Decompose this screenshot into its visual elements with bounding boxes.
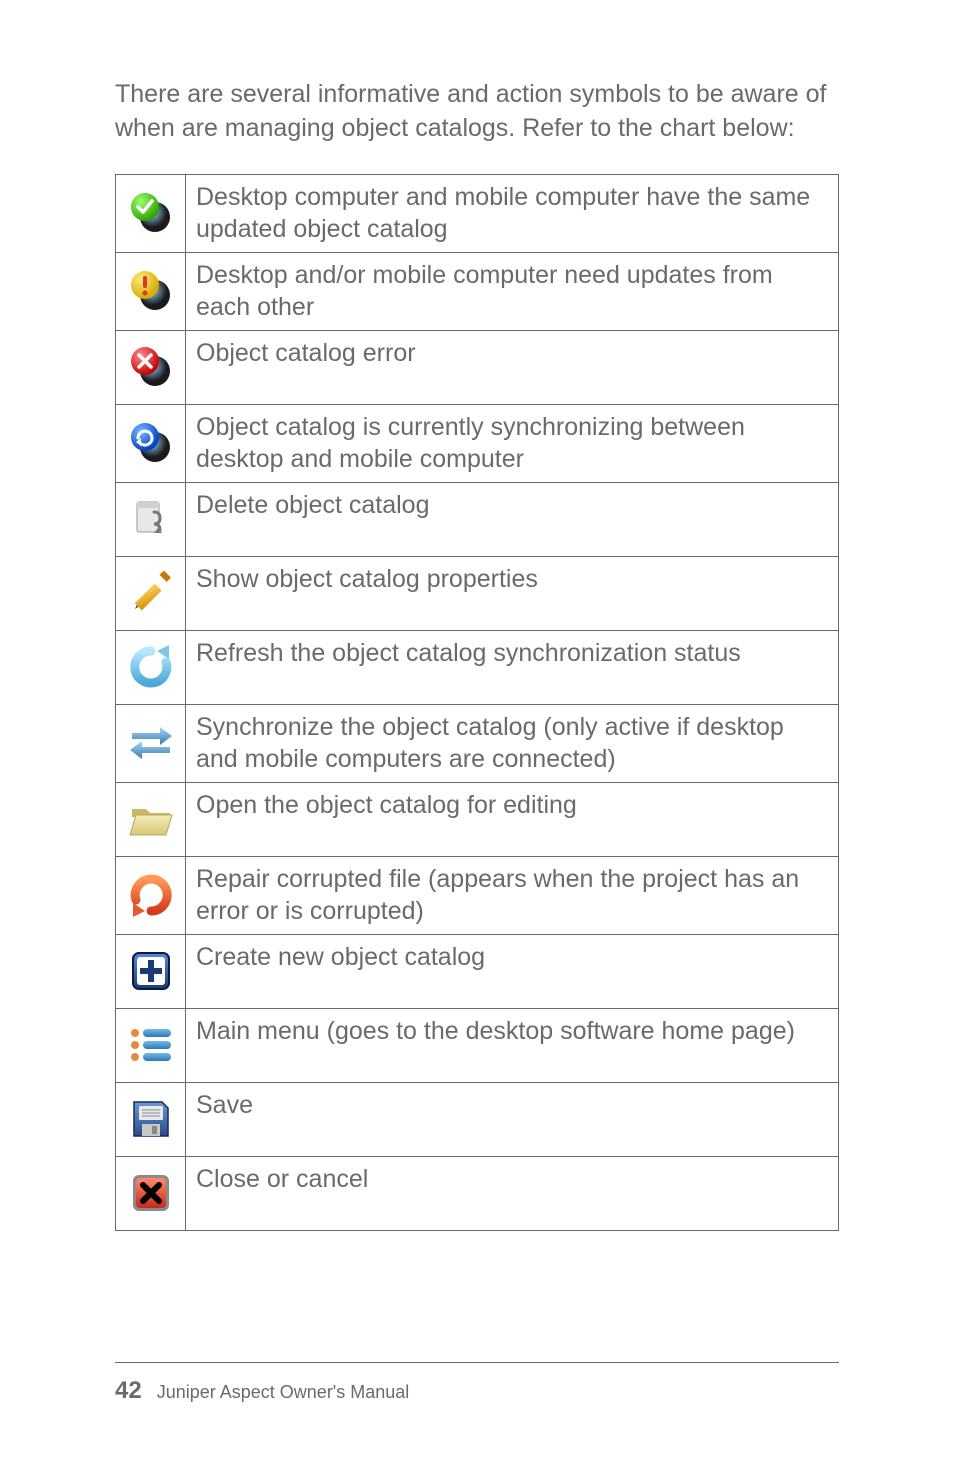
two-arrows-icon [128, 723, 174, 763]
table-row: Desktop and/or mobile computer need upda… [116, 252, 839, 330]
document-page: There are several informative and action… [0, 0, 954, 1231]
icon-cell [116, 856, 186, 934]
icon-cell [116, 630, 186, 704]
icon-cell [116, 482, 186, 556]
desc-cell: Save [186, 1082, 839, 1156]
delete-icon [130, 498, 172, 540]
desc-cell: Desktop computer and mobile computer hav… [186, 174, 839, 252]
refresh-icon [129, 645, 173, 689]
plus-box-icon [130, 950, 172, 992]
desc-cell: Delete object catalog [186, 482, 839, 556]
icon-cell [116, 1082, 186, 1156]
icon-cell [116, 782, 186, 856]
desc-cell: Refresh the object catalog synchronizati… [186, 630, 839, 704]
sync-error-icon [128, 344, 174, 390]
table-row: Object catalog error [116, 330, 839, 404]
icon-cell [116, 556, 186, 630]
page-footer: 42 Juniper Aspect Owner's Manual [115, 1362, 839, 1405]
desc-cell: Main menu (goes to the desktop software … [186, 1008, 839, 1082]
close-box-icon [130, 1172, 172, 1214]
desc-cell: Close or cancel [186, 1156, 839, 1230]
desc-cell: Repair corrupted file (appears when the … [186, 856, 839, 934]
pencil-icon [129, 571, 173, 615]
table-row: Refresh the object catalog synchronizati… [116, 630, 839, 704]
desc-cell: Desktop and/or mobile computer need upda… [186, 252, 839, 330]
intro-paragraph: There are several informative and action… [115, 78, 839, 146]
table-row: Show object catalog properties [116, 556, 839, 630]
icon-cell [116, 174, 186, 252]
icon-cell [116, 1008, 186, 1082]
desc-cell: Object catalog is currently synchronizin… [186, 404, 839, 482]
icon-cell [116, 704, 186, 782]
table-row: Close or cancel [116, 1156, 839, 1230]
icon-cell [116, 252, 186, 330]
desc-cell: Show object catalog properties [186, 556, 839, 630]
manual-title: Juniper Aspect Owner's Manual [157, 1382, 410, 1402]
menu-list-icon [129, 1027, 173, 1063]
sync-busy-icon [128, 420, 174, 466]
table-row: Repair corrupted file (appears when the … [116, 856, 839, 934]
desc-cell: Create new object catalog [186, 934, 839, 1008]
symbols-table: Desktop computer and mobile computer hav… [115, 174, 839, 1231]
desc-cell: Object catalog error [186, 330, 839, 404]
icon-cell [116, 330, 186, 404]
icon-cell [116, 934, 186, 1008]
table-row: Save [116, 1082, 839, 1156]
table-row: Main menu (goes to the desktop software … [116, 1008, 839, 1082]
table-row: Synchronize the object catalog (only act… [116, 704, 839, 782]
page-number: 42 [115, 1377, 142, 1404]
folder-icon [128, 799, 174, 839]
table-row: Desktop computer and mobile computer hav… [116, 174, 839, 252]
table-row: Open the object catalog for editing [116, 782, 839, 856]
icon-cell [116, 404, 186, 482]
sync-ok-icon [128, 190, 174, 236]
sync-warn-icon [128, 268, 174, 314]
table-row: Create new object catalog [116, 934, 839, 1008]
table-row: Delete object catalog [116, 482, 839, 556]
desc-cell: Open the object catalog for editing [186, 782, 839, 856]
table-row: Object catalog is currently synchronizin… [116, 404, 839, 482]
desc-cell: Synchronize the object catalog (only act… [186, 704, 839, 782]
undo-red-icon [129, 873, 173, 917]
save-floppy-icon [130, 1098, 172, 1140]
icon-cell [116, 1156, 186, 1230]
